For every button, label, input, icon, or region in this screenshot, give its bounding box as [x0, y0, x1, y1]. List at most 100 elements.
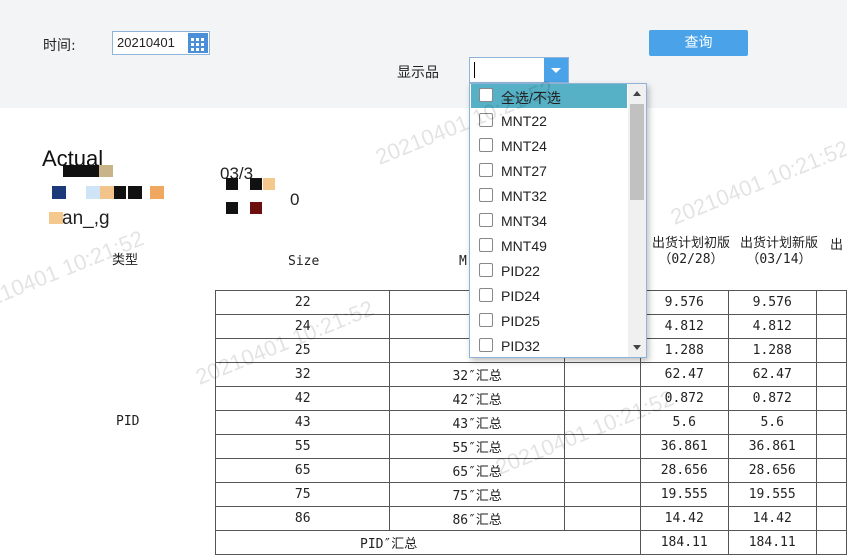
plan-new-cell: 14.42	[727, 506, 817, 531]
plan-initial-cell: 19.555	[639, 482, 729, 507]
blank-cell	[563, 482, 641, 507]
redaction-block	[86, 186, 100, 199]
redaction-block	[100, 186, 114, 199]
dropdown-option[interactable]: MNT32	[471, 184, 627, 208]
size-cell: 86	[214, 506, 391, 531]
cut-cell	[815, 506, 847, 531]
option-label: 全选/不选	[501, 90, 561, 106]
checkbox[interactable]	[479, 338, 493, 352]
option-label: PID32	[501, 338, 540, 354]
redaction-block	[226, 202, 238, 214]
dropdown-option[interactable]: MNT24	[471, 134, 627, 158]
cut-cell	[815, 338, 847, 363]
watermark: 20210401 10:21:52	[667, 135, 847, 230]
plan-initial-cell: 4.812	[639, 314, 729, 339]
model-cell: 65″汇总	[389, 458, 565, 483]
redaction-block	[150, 186, 164, 199]
size-cell: 42	[214, 386, 391, 411]
blank-cell	[563, 506, 641, 531]
dropdown-option[interactable]: PID22	[471, 259, 627, 283]
cut-cell	[815, 362, 847, 387]
option-label: MNT49	[501, 238, 547, 254]
cut-cell	[815, 290, 847, 315]
time-label: 时间:	[43, 38, 76, 54]
col-header-plan-initial: 出货计划初版 （02/28）	[648, 236, 734, 268]
option-label: MNT34	[501, 213, 547, 229]
col-header-plan-new-date: （03/14）	[746, 252, 812, 267]
plan-initial-cell: 0.872	[639, 386, 729, 411]
model-cell: 55″汇总	[389, 434, 565, 459]
dropdown-scrollbar[interactable]	[628, 84, 646, 357]
scroll-down-icon[interactable]	[633, 345, 641, 350]
model-cell: 86″汇总	[389, 506, 565, 531]
plan-initial-cell: 14.42	[639, 506, 729, 531]
redaction-block	[114, 186, 126, 199]
dropdown-option[interactable]: PID24	[471, 284, 627, 308]
checkbox[interactable]	[479, 113, 493, 127]
plan-new-cell: 62.47	[727, 362, 817, 387]
table-row: 43 43″汇总 5.6 5.6	[214, 410, 847, 435]
group-label: PID	[116, 414, 140, 429]
blank-cell	[563, 362, 641, 387]
total-initial-cell: 184.11	[639, 530, 729, 555]
cut-cell	[815, 482, 847, 507]
col-header-cut: 出	[830, 238, 844, 253]
option-label: PID24	[501, 288, 540, 304]
dropdown-option[interactable]: MNT27	[471, 159, 627, 183]
product-select[interactable]	[469, 57, 569, 83]
dropdown-option[interactable]: MNT22	[471, 109, 627, 133]
checkbox[interactable]	[479, 188, 493, 202]
scroll-up-icon[interactable]	[633, 91, 641, 96]
dropdown-option[interactable]: MNT34	[471, 209, 627, 233]
blank-cell	[563, 458, 641, 483]
query-button[interactable]: 查询	[649, 30, 748, 56]
redaction-block	[52, 186, 66, 199]
date-input[interactable]: 20210401	[112, 31, 210, 55]
checkbox[interactable]	[479, 163, 493, 177]
product-label: 显示品	[397, 65, 439, 81]
table-row: 32 32″汇总 62.47 62.47	[214, 362, 847, 387]
checkbox[interactable]	[479, 288, 493, 302]
col-header-size: Size	[288, 254, 320, 269]
redaction-block	[250, 202, 262, 214]
table-row: 75 75″汇总 19.555 19.555	[214, 482, 847, 507]
model-cell: 75″汇总	[389, 482, 565, 507]
scrollbar-thumb[interactable]	[630, 104, 644, 200]
plan-new-cell: 4.812	[727, 314, 817, 339]
model-cell: 32″汇总	[389, 362, 565, 387]
col-header-model: M	[459, 254, 467, 269]
option-label: PID22	[501, 263, 540, 279]
checkbox[interactable]	[479, 263, 493, 277]
header-fragment: an_,g	[62, 208, 110, 229]
calendar-icon[interactable]	[188, 33, 208, 53]
filter-bar: 时间: 20210401 显示品 查询	[0, 0, 847, 108]
checkbox[interactable]	[479, 88, 493, 102]
watermark: 20210401 10:21:52	[0, 225, 148, 320]
dropdown-option[interactable]: PID25	[471, 309, 627, 333]
cut-cell	[815, 458, 847, 483]
size-cell: 75	[214, 482, 391, 507]
blank-cell	[563, 386, 641, 411]
redaction-block	[250, 178, 262, 190]
checkbox[interactable]	[479, 238, 493, 252]
chevron-down-icon[interactable]	[544, 58, 568, 82]
col-header-plan-new: 出货计划新版 （03/14）	[736, 236, 822, 268]
redaction-block	[63, 165, 99, 177]
plan-new-cell: 0.872	[727, 386, 817, 411]
table-row: 65 65″汇总 28.656 28.656	[214, 458, 847, 483]
option-label: PID25	[501, 313, 540, 329]
checkbox[interactable]	[479, 138, 493, 152]
select-all-option[interactable]: 全选/不选	[471, 84, 627, 108]
col-header-type: 类型	[112, 253, 139, 268]
size-cell: 43	[214, 410, 391, 435]
total-row: PID″汇总 184.11 184.11	[215, 530, 847, 555]
checkbox[interactable]	[479, 213, 493, 227]
product-dropdown-list[interactable]: 全选/不选 MNT22 MNT24 MNT27 MNT32 MNT34 MNT49 PID22…	[469, 83, 647, 358]
blank-cell	[563, 410, 641, 435]
dropdown-option[interactable]: MNT49	[471, 234, 627, 258]
checkbox[interactable]	[479, 313, 493, 327]
dropdown-option[interactable]: PID32	[471, 334, 627, 357]
option-label: MNT32	[501, 188, 547, 204]
size-cell: 32	[214, 362, 391, 387]
plan-initial-cell: 62.47	[639, 362, 729, 387]
